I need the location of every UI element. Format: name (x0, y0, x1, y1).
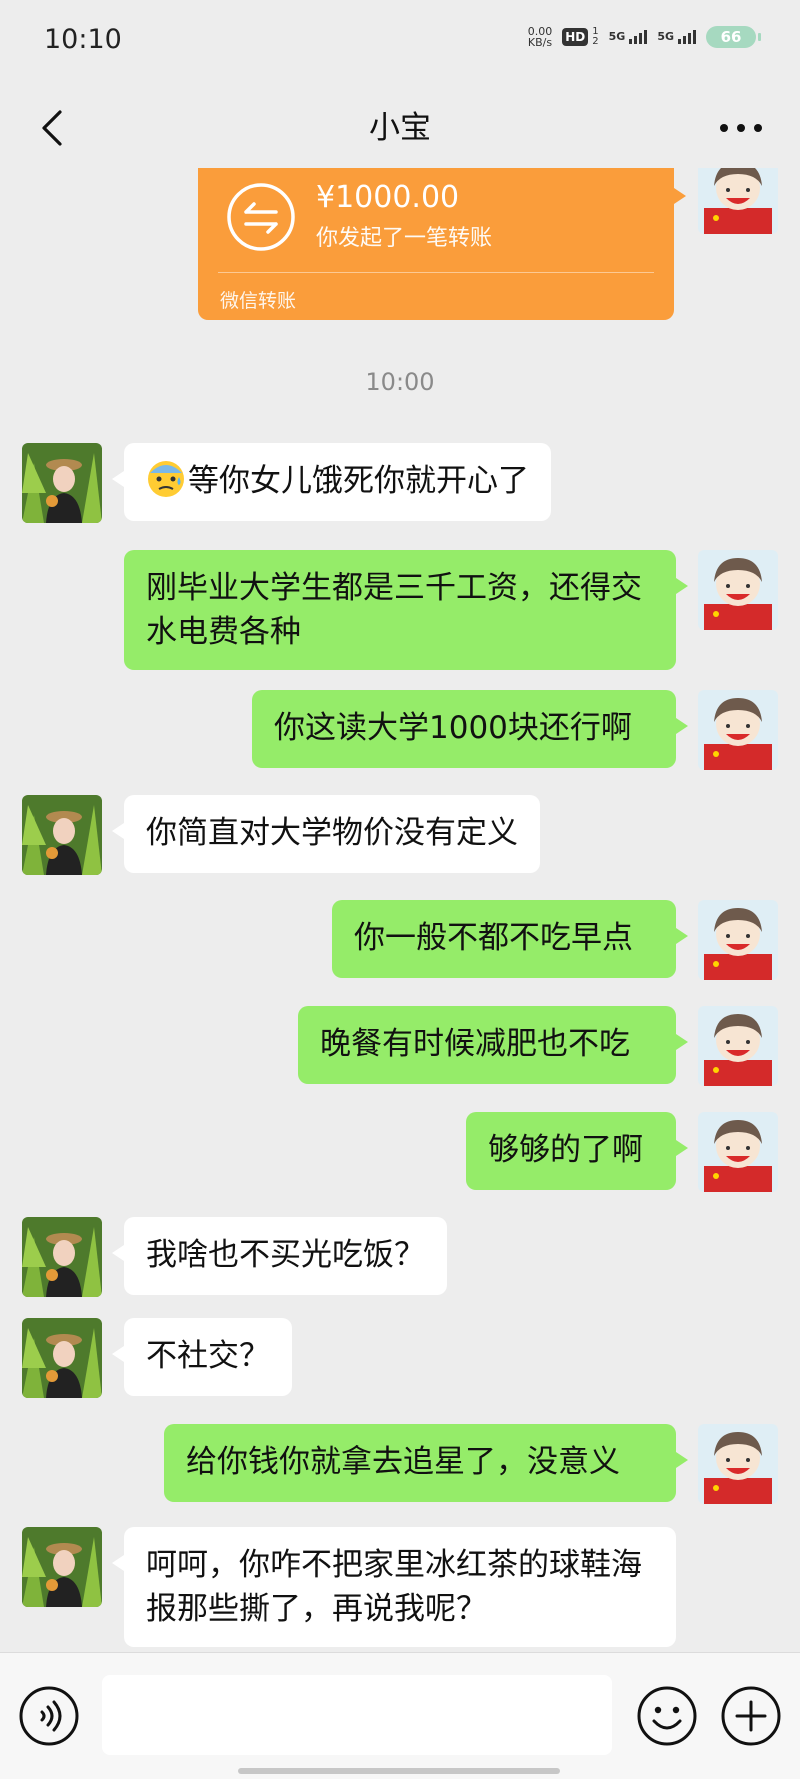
message-text: 你一般不都不吃早点 (354, 920, 633, 956)
transfer-description: 你发起了一笔转账 (316, 226, 493, 251)
signal-1: 5G (609, 30, 648, 44)
my-avatar[interactable] (698, 1112, 778, 1192)
signal-2-label: 5G (657, 30, 674, 43)
message-text: 呵呵，你咋不把家里冰红茶的球鞋海报那些撕了，再说我呢？ (146, 1547, 642, 1627)
my-avatar[interactable] (698, 550, 778, 630)
sim-indicator: 1 2 (592, 27, 598, 47)
message-text: 不社交？ (146, 1338, 270, 1374)
voice-icon (19, 1686, 79, 1746)
my-message-bubble[interactable]: 够够的了啊 (466, 1112, 688, 1190)
emoji-icon (637, 1686, 697, 1746)
my-avatar[interactable] (698, 900, 778, 980)
my-avatar[interactable] (698, 1424, 778, 1504)
transfer-divider (218, 272, 654, 273)
my-message-bubble[interactable]: 你一般不都不吃早点 (332, 900, 688, 978)
contact-avatar[interactable] (22, 1318, 102, 1398)
message-text: 够够的了啊 (488, 1132, 643, 1168)
contact-avatar[interactable] (22, 795, 102, 875)
message-text: 等你女儿饿死你就开心了 (188, 463, 529, 499)
status-icons: 0.00 KB/s HD 1 2 5G 5G 66 (528, 26, 761, 48)
home-indicator (238, 1768, 560, 1774)
sim1-sub: 2 (592, 36, 599, 47)
voice-button[interactable] (18, 1685, 80, 1747)
emoji-button[interactable] (636, 1685, 698, 1747)
transfer-icon (227, 183, 295, 251)
more-dots-icon (720, 124, 762, 132)
message-text: 给你钱你就拿去追星了，没意义 (186, 1444, 620, 1480)
chat-title: 小宝 (369, 110, 431, 146)
signal-2: 5G (657, 30, 696, 44)
more-button[interactable] (706, 98, 776, 158)
net-speed: 0.00 KB/s (528, 26, 553, 48)
signal-1-label: 5G (608, 30, 626, 43)
message-text: 晚餐有时候减肥也不吃 (320, 1026, 630, 1062)
chat-header: 小宝 (0, 84, 800, 172)
anxious-face-emoji-icon (146, 459, 186, 499)
transfer-footer: 微信转账 (220, 290, 297, 312)
net-speed-unit: KB/s (527, 36, 553, 49)
transfer-amount: ¥1000.00 (316, 180, 460, 215)
contact-message-bubble[interactable]: 呵呵，你咋不把家里冰红茶的球鞋海报那些撕了，再说我呢？ (112, 1527, 676, 1647)
my-message-bubble[interactable]: 刚毕业大学生都是三千工资，还得交水电费各种 (124, 550, 688, 670)
plus-button[interactable] (720, 1685, 782, 1747)
contact-message-bubble[interactable]: 我啥也不买光吃饭？ (112, 1217, 447, 1295)
hd-badge: HD (562, 28, 589, 46)
message-text: 你这读大学1000块还行啊 (274, 710, 632, 746)
contact-avatar[interactable] (22, 1527, 102, 1607)
message-text: 刚毕业大学生都是三千工资，还得交水电费各种 (146, 570, 642, 650)
my-avatar[interactable] (698, 690, 778, 770)
plus-icon (721, 1686, 781, 1746)
my-avatar[interactable] (698, 168, 778, 234)
my-message-bubble[interactable]: 给你钱你就拿去追星了，没意义 (164, 1424, 688, 1502)
contact-message-bubble[interactable]: 不社交？ (112, 1318, 292, 1396)
contact-message-bubble[interactable]: 你简直对大学物价没有定义 (112, 795, 540, 873)
contact-avatar[interactable] (22, 1217, 102, 1297)
contact-message-bubble[interactable]: 等你女儿饿死你就开心了 (112, 443, 551, 521)
my-message-bubble[interactable]: 晚餐有时候减肥也不吃 (298, 1006, 688, 1084)
my-message-bubble[interactable]: 你这读大学1000块还行啊 (252, 690, 688, 768)
status-bar: 10:10 0.00 KB/s HD 1 2 5G 5G 66 (0, 0, 800, 84)
message-input[interactable] (102, 1675, 612, 1755)
my-avatar[interactable] (698, 1006, 778, 1086)
message-text: 我啥也不买光吃饭？ (146, 1237, 425, 1273)
transfer-card[interactable]: ¥1000.00 你发起了一笔转账 微信转账 (198, 168, 686, 320)
message-text: 你简直对大学物价没有定义 (146, 815, 518, 851)
contact-avatar[interactable] (22, 443, 102, 523)
status-time: 10:10 (44, 24, 122, 55)
timestamp: 10:00 (365, 368, 435, 396)
battery-icon: 66 (706, 26, 761, 48)
input-bar (0, 1652, 800, 1779)
